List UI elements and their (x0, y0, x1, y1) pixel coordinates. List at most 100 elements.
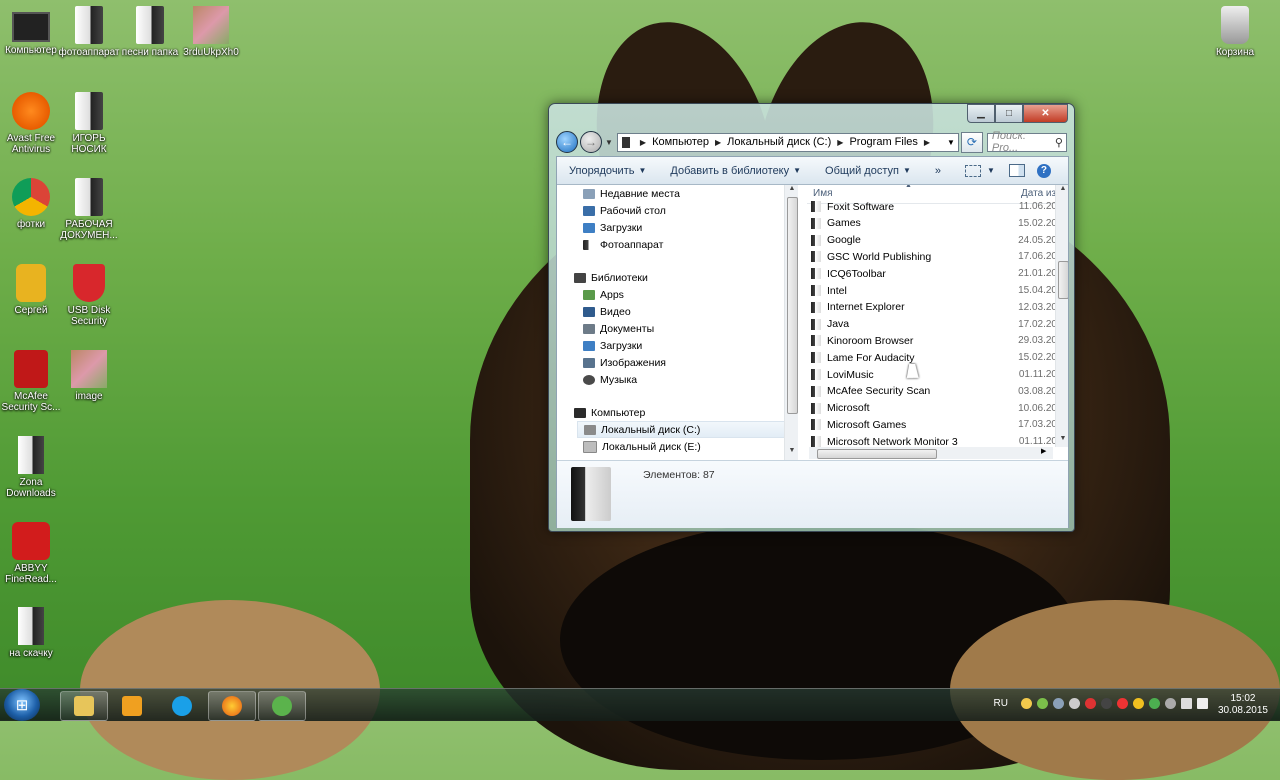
nav-lib-pictures[interactable]: Изображения (583, 354, 798, 371)
taskbar-skype[interactable] (158, 691, 206, 721)
forward-button[interactable]: → (580, 131, 602, 153)
minimize-button[interactable]: ▁ (967, 104, 995, 123)
view-dropdown-icon[interactable]: ▼ (987, 166, 995, 175)
nav-drive-c[interactable]: Локальный диск (C:) (577, 421, 785, 438)
nav-computer[interactable]: Компьютер (574, 404, 798, 421)
nav-lib-documents[interactable]: Документы (583, 320, 798, 337)
desktop-icon-photos[interactable]: фотки (0, 178, 62, 230)
nav-lib-video[interactable]: Видео (583, 303, 798, 320)
help-icon[interactable]: ? (1036, 163, 1051, 178)
scroll-up-icon[interactable]: ▲ (1056, 185, 1068, 192)
search-input[interactable]: Поиск: Pro... ⚲ (986, 130, 1067, 154)
file-row[interactable]: Intel 15.04.20 (807, 282, 1057, 299)
back-button[interactable]: ← (556, 131, 578, 153)
change-view-icon[interactable] (965, 164, 981, 177)
file-scroll-thumb[interactable] (1058, 261, 1068, 299)
preview-pane-icon[interactable] (1008, 164, 1025, 177)
tray-icon-9[interactable] (1149, 698, 1160, 709)
file-row[interactable]: LoviMusic 01.11.20 (807, 366, 1057, 383)
desktop-icon-to-download[interactable]: на скачку (0, 607, 62, 659)
more-commands-button[interactable]: » (923, 165, 953, 177)
file-row[interactable]: Foxit Software 11.06.20 (807, 198, 1057, 215)
start-button[interactable]: ⊞ (4, 689, 40, 721)
desktop-icon-photo-file[interactable]: 3rduUkpXh0 (180, 6, 242, 58)
nav-lib-downloads[interactable]: Загрузки (583, 337, 798, 354)
file-row[interactable]: McAfee Security Scan 03.08.20 (807, 383, 1057, 400)
address-bar[interactable]: ▶ Компьютер ▶ Локальный диск (C:) ▶ Prog… (616, 132, 959, 152)
horizontal-scrollbar[interactable]: ▶ (809, 447, 1053, 459)
volume-icon[interactable] (1197, 698, 1208, 709)
horizontal-scroll-thumb[interactable] (817, 449, 937, 459)
file-row[interactable]: GSC World Publishing 17.06.20 (807, 248, 1057, 265)
desktop-icon-computer[interactable]: Компьютер (0, 6, 62, 56)
nav-scroll-thumb[interactable] (787, 197, 798, 414)
tray-icon-10[interactable] (1165, 698, 1176, 709)
file-row[interactable]: ICQ6Toolbar 21.01.20 (807, 265, 1057, 282)
file-list-scrollbar[interactable]: ▲ ▼ (1055, 185, 1068, 447)
desktop-icon-sergey[interactable]: Сергей (0, 264, 62, 316)
close-button[interactable]: ✕ (1023, 104, 1068, 123)
nav-lib-apps[interactable]: Apps (583, 286, 798, 303)
refresh-button[interactable]: ⟳ (960, 131, 983, 153)
scroll-right-icon[interactable]: ▶ (1041, 447, 1046, 455)
scroll-down-icon[interactable]: ▼ (1056, 435, 1068, 442)
taskbar-media-player[interactable] (108, 691, 156, 721)
file-row[interactable]: Microsoft Games 17.03.20 (807, 416, 1057, 433)
breadcrumb-computer[interactable]: Компьютер (652, 136, 709, 148)
nav-drive-e[interactable]: Локальный диск (E:) (583, 438, 798, 455)
explorer-window[interactable]: ▁ □ ✕ ← → ▼ ▶ Компьютер ▶ Локальный диск… (548, 103, 1075, 532)
tray-icon-7[interactable] (1117, 698, 1128, 709)
nav-libraries[interactable]: Библиотеки (574, 269, 798, 286)
scroll-down-icon[interactable]: ▼ (785, 447, 798, 454)
share-button[interactable]: Общий доступ ▼ (813, 165, 923, 177)
desktop-icon-usb-disk-security[interactable]: USB Disk Security (58, 264, 120, 327)
tray-icon-3[interactable] (1053, 698, 1064, 709)
breadcrumb-drive-c[interactable]: Локальный диск (C:) (727, 136, 831, 148)
scroll-up-icon[interactable]: ▲ (785, 185, 798, 192)
file-row[interactable]: Microsoft 10.06.20 (807, 400, 1057, 417)
desktop-icon-songs-folder[interactable]: песни папка (119, 6, 181, 58)
file-row[interactable]: Java 17.02.20 (807, 316, 1057, 333)
desktop-icon-avast[interactable]: Avast Free Antivirus (0, 92, 62, 155)
taskbar-utorrent[interactable] (258, 691, 306, 721)
recent-pages-dropdown[interactable]: ▼ (605, 138, 613, 147)
desktop-icon-recycle-bin[interactable]: Корзина (1204, 6, 1266, 58)
tray-icon-6[interactable] (1101, 698, 1112, 709)
taskbar-firefox[interactable] (208, 691, 256, 721)
desktop-icon-mcafee[interactable]: McAfee Security Sc... (0, 350, 62, 413)
file-row[interactable]: Kinoroom Browser 29.03.20 (807, 332, 1057, 349)
desktop-icon-igor-folder[interactable]: ИГОРЬ НОСИК (58, 92, 120, 155)
chevron-right-icon[interactable]: ▶ (837, 138, 843, 147)
chevron-right-icon[interactable]: ▶ (640, 138, 646, 147)
tray-icon-2[interactable] (1037, 698, 1048, 709)
organize-button[interactable]: Упорядочить ▼ (557, 165, 658, 177)
tray-icon-5[interactable] (1085, 698, 1096, 709)
network-icon[interactable] (1181, 698, 1192, 709)
desktop-icon-camera-folder[interactable]: фотоаппарат (58, 6, 120, 58)
nav-recent-places[interactable]: Недавние места (583, 185, 798, 202)
tray-icon-1[interactable] (1021, 698, 1032, 709)
file-row[interactable]: Internet Explorer 12.03.20 (807, 299, 1057, 316)
taskbar-explorer[interactable] (60, 691, 108, 721)
address-dropdown-icon[interactable]: ▼ (947, 138, 955, 147)
file-row[interactable]: Games 15.02.20 (807, 215, 1057, 232)
nav-downloads[interactable]: Загрузки (583, 219, 798, 236)
nav-camera[interactable]: Фотоаппарат (583, 236, 798, 253)
desktop-icon-zona[interactable]: Zona Downloads (0, 436, 62, 499)
nav-scrollbar[interactable]: ▲ ▼ (784, 185, 798, 460)
desktop-icon-image[interactable]: image (58, 350, 120, 402)
add-to-library-button[interactable]: Добавить в библиотеку ▼ (658, 165, 813, 177)
file-row[interactable]: Lame For Audacity 15.02.20 (807, 349, 1057, 366)
desktop-icon-work-docs[interactable]: РАБОЧАЯ ДОКУМЕН... (58, 178, 120, 241)
chevron-right-icon[interactable]: ▶ (715, 138, 721, 147)
nav-lib-music[interactable]: Музыка (583, 371, 798, 388)
clock[interactable]: 15:02 30.08.2015 (1218, 693, 1268, 717)
desktop-icon-abbyy[interactable]: ABBYY FineRead... (0, 522, 62, 585)
language-indicator[interactable]: RU (994, 698, 1008, 709)
file-row[interactable]: Google 24.05.20 (807, 232, 1057, 249)
tray-icon-4[interactable] (1069, 698, 1080, 709)
tray-icon-8[interactable] (1133, 698, 1144, 709)
nav-desktop[interactable]: Рабочий стол (583, 202, 798, 219)
breadcrumb-program-files[interactable]: Program Files (849, 136, 917, 148)
chevron-right-icon[interactable]: ▶ (924, 138, 930, 147)
